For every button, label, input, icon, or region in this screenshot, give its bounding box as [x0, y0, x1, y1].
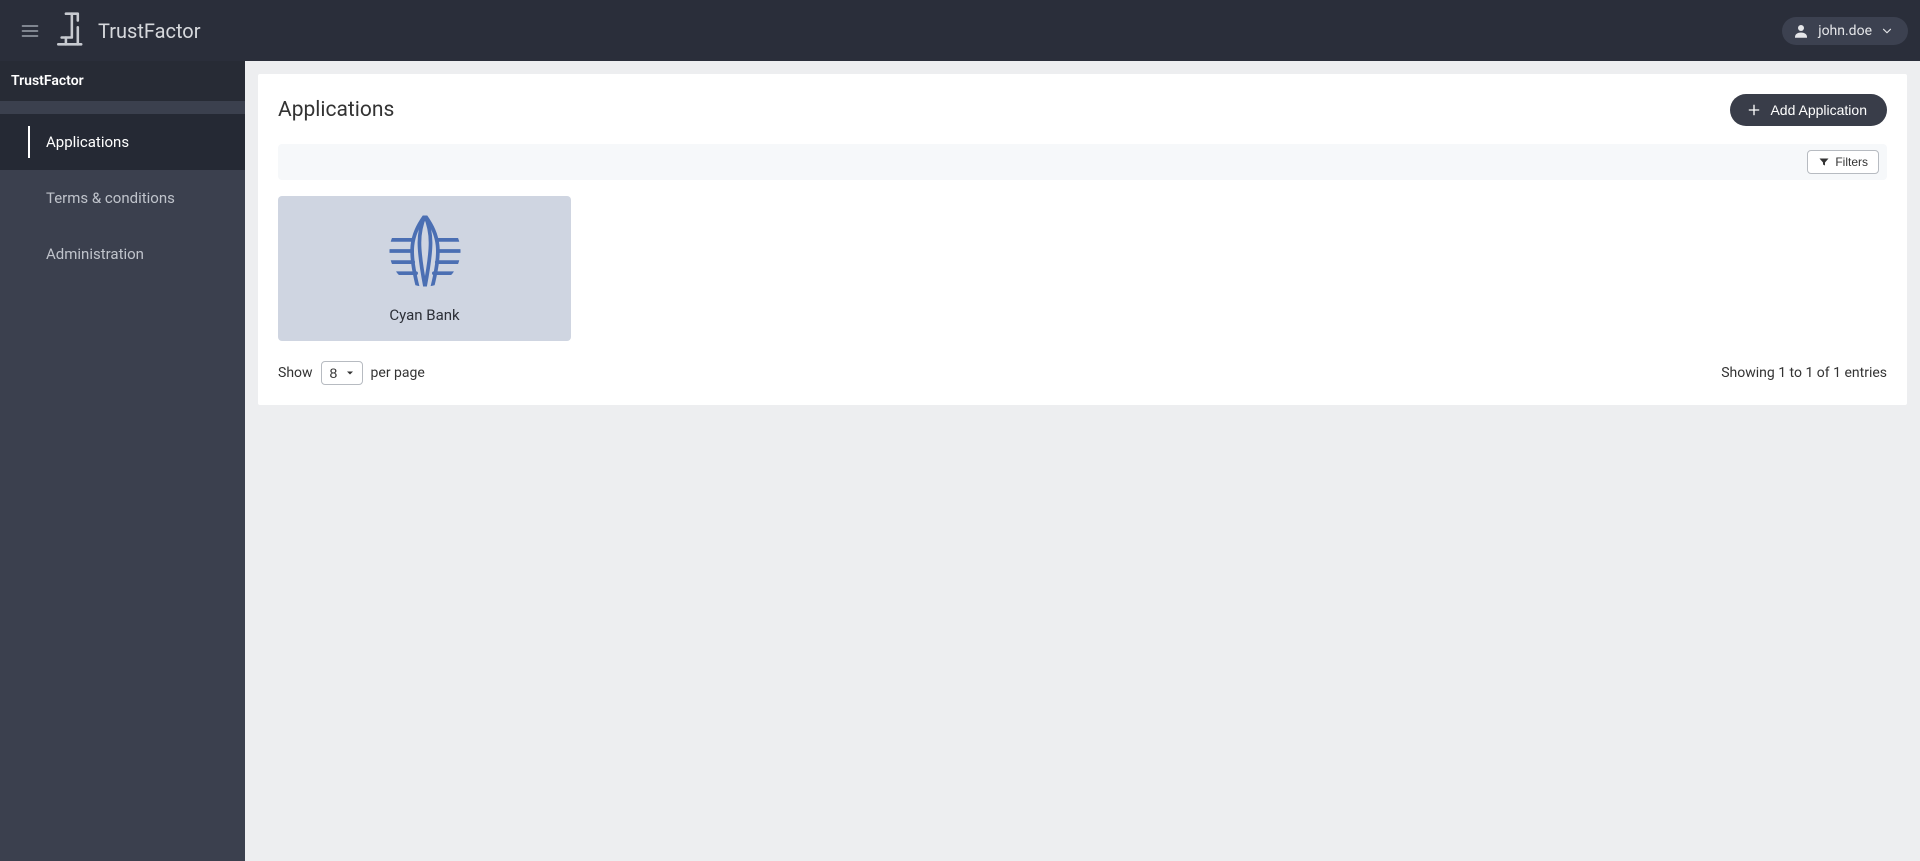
sidebar-item-terms[interactable]: Terms & conditions: [0, 170, 245, 226]
user-menu-button[interactable]: john.doe: [1782, 17, 1908, 45]
panel-footer: Show 8 per page Showing 1 to 1 of 1 entr…: [278, 361, 1887, 385]
plus-icon: [1746, 102, 1762, 118]
user-icon: [1792, 22, 1810, 40]
brand: TrustFactor: [54, 10, 200, 52]
sidebar-item-label: Applications: [46, 133, 129, 151]
page-title: Applications: [278, 98, 394, 122]
show-label: Show: [278, 365, 313, 381]
sidebar-item-label: Terms & conditions: [46, 189, 175, 207]
page-size-group: Show 8 per page: [278, 361, 425, 385]
sidebar-title: TrustFactor: [0, 61, 245, 101]
main-content: Applications Add Application Filters: [245, 61, 1920, 861]
sidebar: TrustFactor Applications Terms & conditi…: [0, 61, 245, 861]
topbar: TrustFactor john.doe: [0, 0, 1920, 61]
sidebar-item-label: Administration: [46, 245, 144, 263]
panel-header: Applications Add Application: [278, 94, 1887, 126]
entries-summary: Showing 1 to 1 of 1 entries: [1721, 365, 1887, 381]
page-size-select[interactable]: 8: [321, 361, 363, 385]
chevron-down-icon: [1880, 24, 1894, 38]
filters-label: Filters: [1835, 155, 1868, 169]
add-application-button[interactable]: Add Application: [1730, 94, 1887, 126]
sidebar-nav: Applications Terms & conditions Administ…: [0, 114, 245, 282]
applications-grid: Cyan Bank: [278, 196, 1887, 341]
filter-icon: [1818, 156, 1830, 168]
user-name: john.doe: [1818, 23, 1872, 39]
application-name: Cyan Bank: [389, 306, 459, 324]
filters-button[interactable]: Filters: [1807, 150, 1879, 174]
per-page-label: per page: [371, 365, 425, 381]
brand-logo-icon: [54, 10, 88, 52]
add-application-label: Add Application: [1770, 102, 1867, 118]
brand-text: TrustFactor: [98, 19, 200, 43]
hamburger-icon: [20, 21, 40, 41]
sidebar-item-applications[interactable]: Applications: [0, 114, 245, 170]
applications-panel: Applications Add Application Filters: [258, 74, 1907, 405]
sidebar-item-administration[interactable]: Administration: [0, 226, 245, 282]
filters-bar: Filters: [278, 144, 1887, 180]
application-card[interactable]: Cyan Bank: [278, 196, 571, 341]
application-logo-icon: [388, 214, 462, 292]
menu-toggle-button[interactable]: [12, 13, 48, 49]
